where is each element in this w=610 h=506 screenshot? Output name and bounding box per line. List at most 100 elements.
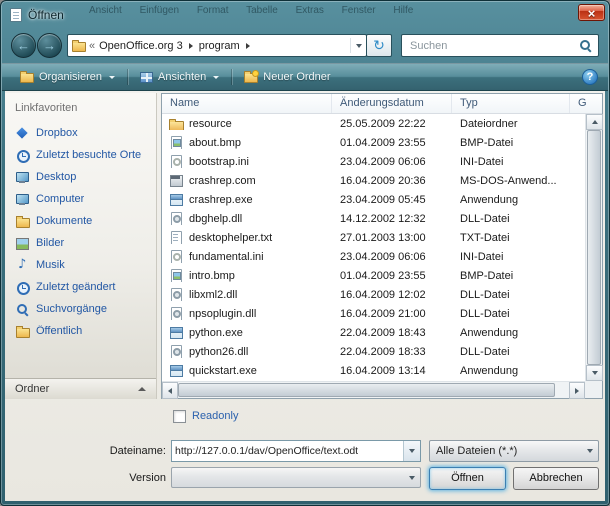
horizontal-scrollbar-thumb[interactable]	[178, 383, 555, 397]
chevron-down-icon	[409, 476, 415, 480]
new-folder-button[interactable]: Neuer Ordner	[236, 68, 338, 86]
filetype-dropdown-button[interactable]	[581, 449, 598, 453]
scroll-up-icon	[592, 120, 598, 124]
sidebar-item-recent-places[interactable]: Zuletzt besuchte Orte	[5, 144, 156, 166]
breadcrumb-item-current[interactable]: program	[199, 40, 240, 52]
file-row[interactable]: dbghelp.dll 14.12.2002 12:32 DLL-Datei	[162, 209, 585, 228]
sidebar-item-recently-changed[interactable]: Zuletzt geändert	[5, 276, 156, 298]
filetype-dropdown[interactable]: Alle Dateien (*.*)	[429, 440, 599, 462]
file-row[interactable]: about.bmp 01.04.2009 23:55 BMP-Datei	[162, 133, 585, 152]
vertical-scrollbar-thumb[interactable]	[587, 130, 601, 365]
toolbar-separator	[231, 69, 232, 85]
filename-input[interactable]	[172, 441, 403, 461]
file-date: 23.04.2009 06:06	[332, 156, 452, 168]
file-date: 14.12.2002 12:32	[332, 213, 452, 225]
cancel-button[interactable]: Abbrechen	[513, 467, 599, 490]
breadcrumb[interactable]: « OpenOffice.org 3 program	[67, 34, 367, 57]
refresh-button[interactable]: ↻	[366, 34, 392, 57]
scroll-left-button[interactable]	[162, 382, 178, 399]
views-button[interactable]: Ansichten	[132, 68, 227, 86]
version-dropdown-button[interactable]	[403, 476, 420, 480]
refresh-icon: ↻	[373, 37, 385, 53]
sidebar-item-searches[interactable]: Suchvorgänge	[5, 298, 156, 320]
sidebar-item-label: Musik	[36, 259, 65, 271]
sidebar-item-dropbox[interactable]: Dropbox	[5, 122, 156, 144]
filename-label: Dateiname:	[59, 445, 166, 457]
file-type: INI-Datei	[452, 251, 585, 263]
file-date: 01.04.2009 23:55	[332, 137, 452, 149]
close-button[interactable]: ×	[578, 4, 605, 21]
scrollbar-corner	[585, 381, 602, 398]
file-icon	[169, 364, 183, 377]
window-title: Öffnen	[28, 8, 64, 22]
sidebar-item-documents[interactable]: Dokumente	[5, 210, 156, 232]
public-icon	[15, 325, 30, 338]
sidebar-item-desktop[interactable]: Desktop	[5, 166, 156, 188]
command-toolbar: Organisieren Ansichten Neuer Ordner ?	[2, 63, 608, 91]
search-icon	[579, 39, 592, 52]
file-row[interactable]: python26.dll 22.04.2009 18:33 DLL-Datei	[162, 342, 585, 361]
file-row[interactable]: libxml2.dll 16.04.2009 12:02 DLL-Datei	[162, 285, 585, 304]
file-icon	[169, 212, 183, 225]
sidebar-item-computer[interactable]: Computer	[5, 188, 156, 210]
file-icon	[169, 345, 183, 358]
column-header-type[interactable]: Typ	[452, 94, 570, 113]
column-header-size[interactable]: G	[570, 94, 602, 113]
forward-arrow-icon: →	[38, 34, 61, 57]
file-row[interactable]: quickstart.exe 16.04.2009 13:14 Anwendun…	[162, 361, 585, 380]
file-name: crashrep.exe	[189, 194, 253, 206]
help-button[interactable]: ?	[582, 69, 598, 85]
address-dropdown-icon[interactable]	[356, 44, 362, 48]
file-name: crashrep.com	[189, 175, 256, 187]
filename-dropdown-button[interactable]	[403, 441, 420, 461]
file-row[interactable]: npsoplugin.dll 16.04.2009 21:00 DLL-Date…	[162, 304, 585, 323]
vertical-scrollbar[interactable]	[585, 114, 602, 381]
organize-label: Organisieren	[39, 71, 102, 83]
sidebar-item-public[interactable]: Öffentlich	[5, 320, 156, 342]
sidebar-item-music[interactable]: Musik	[5, 254, 156, 276]
scroll-down-button[interactable]	[586, 365, 603, 381]
file-icon	[169, 117, 183, 130]
organize-button[interactable]: Organisieren	[12, 68, 123, 86]
file-type: BMP-Datei	[452, 137, 585, 149]
folder-icon	[72, 42, 86, 52]
file-name: about.bmp	[189, 137, 241, 149]
file-row[interactable]: intro.bmp 01.04.2009 23:55 BMP-Datei	[162, 266, 585, 285]
file-row[interactable]: crashrep.exe 23.04.2009 05:45 Anwendung	[162, 190, 585, 209]
file-date: 23.04.2009 05:45	[332, 194, 452, 206]
file-name: dbghelp.dll	[189, 213, 242, 225]
file-row[interactable]: resource 25.05.2009 22:22 Dateiordner	[162, 114, 585, 133]
breadcrumb-overflow-chevrons[interactable]: «	[89, 40, 95, 52]
file-type: DLL-Datei	[452, 213, 585, 225]
file-row[interactable]: crashrep.com 16.04.2009 20:36 MS-DOS-Anw…	[162, 171, 585, 190]
search-input[interactable]	[408, 39, 579, 53]
sidebar-item-label: Dokumente	[36, 215, 92, 227]
file-name: python26.dll	[189, 346, 248, 358]
file-row[interactable]: python.exe 22.04.2009 18:43 Anwendung	[162, 323, 585, 342]
breadcrumb-item-root[interactable]: OpenOffice.org 3	[99, 40, 183, 52]
sidebar-item-pictures[interactable]: Bilder	[5, 232, 156, 254]
file-row[interactable]: fundamental.ini 23.04.2009 06:06 INI-Dat…	[162, 247, 585, 266]
file-row[interactable]: bootstrap.ini 23.04.2009 06:06 INI-Datei	[162, 152, 585, 171]
column-header-name[interactable]: Name	[162, 94, 332, 113]
navigation-bar: ← → « OpenOffice.org 3 program ↻	[1, 29, 609, 63]
column-header-date[interactable]: Änderungsdatum	[332, 94, 452, 113]
version-dropdown[interactable]	[171, 467, 421, 488]
file-type: Anwendung	[452, 365, 585, 377]
scroll-up-button[interactable]	[586, 114, 603, 130]
new-folder-label: Neuer Ordner	[263, 71, 330, 83]
file-icon	[169, 250, 183, 263]
sidebar-item-label: Öffentlich	[36, 325, 82, 337]
folders-expander[interactable]: Ordner	[5, 378, 156, 399]
favorites-header: Linkfavoriten	[5, 93, 156, 122]
back-button[interactable]: ←	[11, 33, 36, 58]
readonly-checkbox[interactable]	[173, 410, 186, 423]
open-button[interactable]: Öffnen	[429, 467, 506, 490]
file-icon	[169, 288, 183, 301]
file-type: TXT-Datei	[452, 232, 585, 244]
views-icon	[140, 72, 153, 83]
scroll-right-button[interactable]	[569, 382, 585, 399]
file-row[interactable]: desktophelper.txt 27.01.2003 13:00 TXT-D…	[162, 228, 585, 247]
horizontal-scrollbar[interactable]	[162, 381, 585, 398]
forward-button[interactable]: →	[37, 33, 62, 58]
